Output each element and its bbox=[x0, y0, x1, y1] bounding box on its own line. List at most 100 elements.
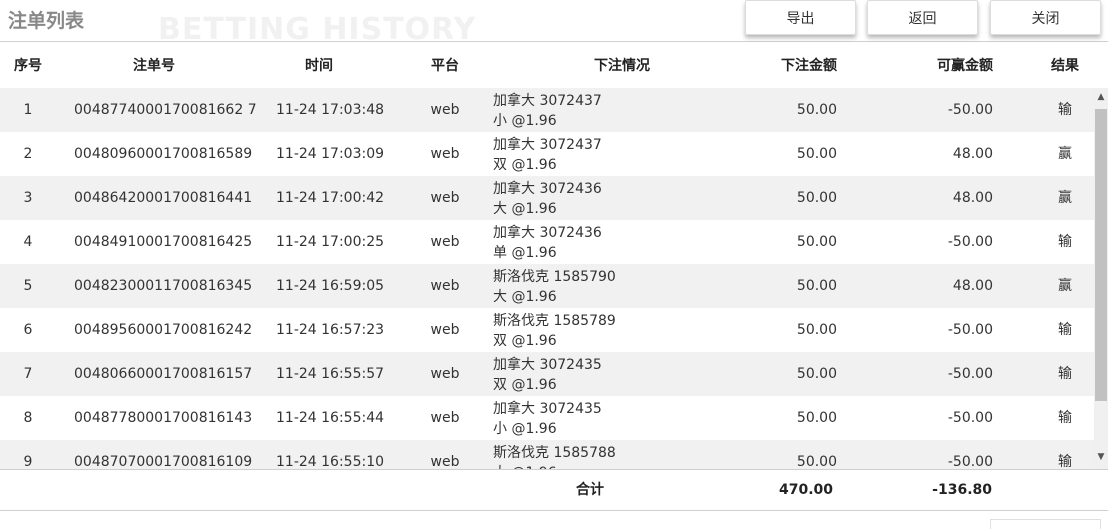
scroll-down-arrow-icon[interactable]: ▼ bbox=[1094, 450, 1108, 464]
row-order-no: 00487780001700816143 bbox=[74, 410, 253, 426]
row-time: 11-24 16:55:57 bbox=[276, 366, 385, 382]
row-bet-info: 加拿大 3072435 小 @1.96 bbox=[493, 399, 653, 439]
row-bet-info: 加拿大 3072437 双 @1.96 bbox=[493, 135, 653, 175]
row-index: 4 bbox=[23, 234, 33, 250]
row-result: 输 bbox=[1058, 410, 1072, 426]
row-bet-info-pick: 双 @1.96 bbox=[493, 377, 557, 393]
row-time: 11-24 17:03:09 bbox=[276, 146, 385, 162]
row-index: 7 bbox=[23, 366, 33, 382]
column-header-result: 结果 bbox=[1051, 58, 1079, 74]
row-bet-info-match: 加拿大 3072437 bbox=[493, 137, 602, 153]
row-order-no: 00480960001700816589 bbox=[74, 146, 253, 162]
vertical-scrollbar[interactable]: ▲ ▼ bbox=[1094, 88, 1108, 469]
row-bet-amount: 50.00 bbox=[796, 234, 837, 250]
row-result: 赢 bbox=[1058, 190, 1072, 206]
row-bet-info-match: 加拿大 3072435 bbox=[493, 401, 602, 417]
row-result: 赢 bbox=[1058, 278, 1072, 294]
row-bet-info: 斯洛伐克 1585789 双 @1.96 bbox=[493, 311, 653, 351]
row-order-no: 00484910001700816425 bbox=[74, 234, 253, 250]
row-time: 11-24 16:55:10 bbox=[276, 454, 385, 469]
row-bet-info-pick: 小 @1.96 bbox=[493, 113, 557, 129]
row-bet-info: 斯洛伐克 1585788大 @1.96 bbox=[493, 443, 653, 469]
total-bet-amount: 470.00 bbox=[778, 482, 833, 498]
row-bet-info-match: 加拿大 3072436 bbox=[493, 225, 602, 241]
row-win-amount: -50.00 bbox=[947, 102, 993, 118]
row-bet-info: 斯洛伐克 1585790 大 @1.96 bbox=[493, 267, 653, 307]
row-bet-info-match: 加拿大 3072435 bbox=[493, 357, 602, 373]
row-time: 11-24 16:59:05 bbox=[276, 278, 385, 294]
row-bet-info-match: 斯洛伐克 1585789 bbox=[493, 313, 616, 329]
table-row[interactable]: 5 00482300011700816345 11-24 16:59:05 web 50… bbox=[0, 264, 1094, 308]
row-result: 赢 bbox=[1058, 146, 1072, 162]
row-index: 9 bbox=[23, 454, 33, 469]
scroll-up-arrow-icon[interactable]: ▲ bbox=[1094, 90, 1108, 104]
row-bet-info: 加拿大 3072436 单 @1.96 bbox=[493, 223, 653, 263]
row-bet-info-pick: 大 @1.96 bbox=[493, 289, 557, 305]
row-bet-amount: 50.00 bbox=[796, 102, 837, 118]
row-win-amount: -50.00 bbox=[947, 410, 993, 426]
table-header: 序号 注单号 时间 平台 下注情况 下注金额 可赢金额 结果 bbox=[0, 44, 1108, 88]
column-header-win-amount: 可赢金额 bbox=[937, 58, 993, 74]
table-row[interactable]: 9 00487070001700816109 11-24 16:55:10 web 50… bbox=[0, 440, 1094, 469]
row-platform: web bbox=[430, 190, 460, 206]
row-win-amount: 48.00 bbox=[952, 190, 993, 206]
total-label: 合计 bbox=[576, 482, 604, 498]
row-index: 3 bbox=[23, 190, 33, 206]
row-result: 输 bbox=[1058, 234, 1072, 250]
row-win-amount: -50.00 bbox=[947, 454, 993, 469]
close-button[interactable]: 关闭 bbox=[990, 0, 1101, 35]
row-win-amount: 48.00 bbox=[952, 146, 993, 162]
column-header-time: 时间 bbox=[305, 58, 333, 74]
row-order-no: 00487070001700816109 bbox=[74, 454, 253, 469]
row-platform: web bbox=[430, 366, 460, 382]
column-header-platform: 平台 bbox=[431, 58, 459, 74]
column-header-index: 序号 bbox=[14, 58, 42, 74]
row-time: 11-24 17:00:42 bbox=[276, 190, 385, 206]
row-index: 2 bbox=[23, 146, 33, 162]
table-row[interactable]: 4 00484910001700816425 11-24 17:00:25 web 50… bbox=[0, 220, 1094, 264]
row-bet-info-pick: 双 @1.96 bbox=[493, 157, 557, 173]
row-bet-info-match: 斯洛伐克 1585790 bbox=[493, 269, 616, 285]
row-bet-amount: 50.00 bbox=[796, 190, 837, 206]
row-bet-amount: 50.00 bbox=[796, 454, 837, 469]
row-result: 输 bbox=[1058, 454, 1072, 469]
row-index: 6 bbox=[23, 322, 33, 338]
scroll-thumb[interactable] bbox=[1095, 109, 1107, 401]
row-platform: web bbox=[430, 454, 460, 469]
table-row[interactable]: 3 00486420001700816441 11-24 17:00:42 web 50… bbox=[0, 176, 1094, 220]
row-bet-amount: 50.00 bbox=[796, 410, 837, 426]
row-bet-amount: 50.00 bbox=[796, 278, 837, 294]
row-bet-info-pick: 小 @1.96 bbox=[493, 421, 557, 437]
row-bet-info-match: 加拿大 3072437 bbox=[493, 93, 602, 109]
row-bet-amount: 50.00 bbox=[796, 322, 837, 338]
back-button[interactable]: 返回 bbox=[867, 0, 978, 35]
row-win-amount: 48.00 bbox=[952, 278, 993, 294]
row-platform: web bbox=[430, 278, 460, 294]
row-bet-amount: 50.00 bbox=[796, 366, 837, 382]
row-order-no: 00489560001700816242 bbox=[74, 322, 253, 338]
row-index: 8 bbox=[23, 410, 33, 426]
row-platform: web bbox=[430, 322, 460, 338]
table-row[interactable]: 1 0048774000170081662 7 11-24 17:03:48 web 5… bbox=[0, 88, 1094, 132]
table-row[interactable]: 2 00480960001700816589 11-24 17:03:09 web 50… bbox=[0, 132, 1094, 176]
table-body[interactable]: 1 0048774000170081662 7 11-24 17:03:48 web 5… bbox=[0, 88, 1094, 469]
table-footer-totals: 合计 470.00 -136.80 bbox=[0, 469, 1108, 511]
row-bet-info-match: 斯洛伐克 1585788 bbox=[493, 445, 616, 461]
table-row[interactable]: 7 00480660001700816157 11-24 16:55:57 web 50… bbox=[0, 352, 1094, 396]
row-platform: web bbox=[430, 102, 460, 118]
watermark: BETTING HISTORY bbox=[158, 12, 477, 47]
export-button[interactable]: 导出 bbox=[745, 0, 856, 35]
row-time: 11-24 17:00:25 bbox=[276, 234, 385, 250]
table-row[interactable]: 6 00489560001700816242 11-24 16:57:23 web 50… bbox=[0, 308, 1094, 352]
row-bet-info-pick: 单 @1.96 bbox=[493, 245, 557, 261]
top-bar: BETTING HISTORY 注单列表 导出 返回 关闭 bbox=[0, 0, 1108, 47]
row-win-amount: -50.00 bbox=[947, 234, 993, 250]
table-row[interactable]: 8 00487780001700816143 11-24 16:55:44 web 50… bbox=[0, 396, 1094, 440]
bottom-button-stub bbox=[990, 519, 1101, 529]
row-time: 11-24 17:03:48 bbox=[276, 102, 385, 118]
row-win-amount: -50.00 bbox=[947, 322, 993, 338]
page-title: 注单列表 bbox=[8, 10, 85, 32]
row-index: 5 bbox=[23, 278, 33, 294]
row-bet-amount: 50.00 bbox=[796, 146, 837, 162]
row-win-amount: -50.00 bbox=[947, 366, 993, 382]
